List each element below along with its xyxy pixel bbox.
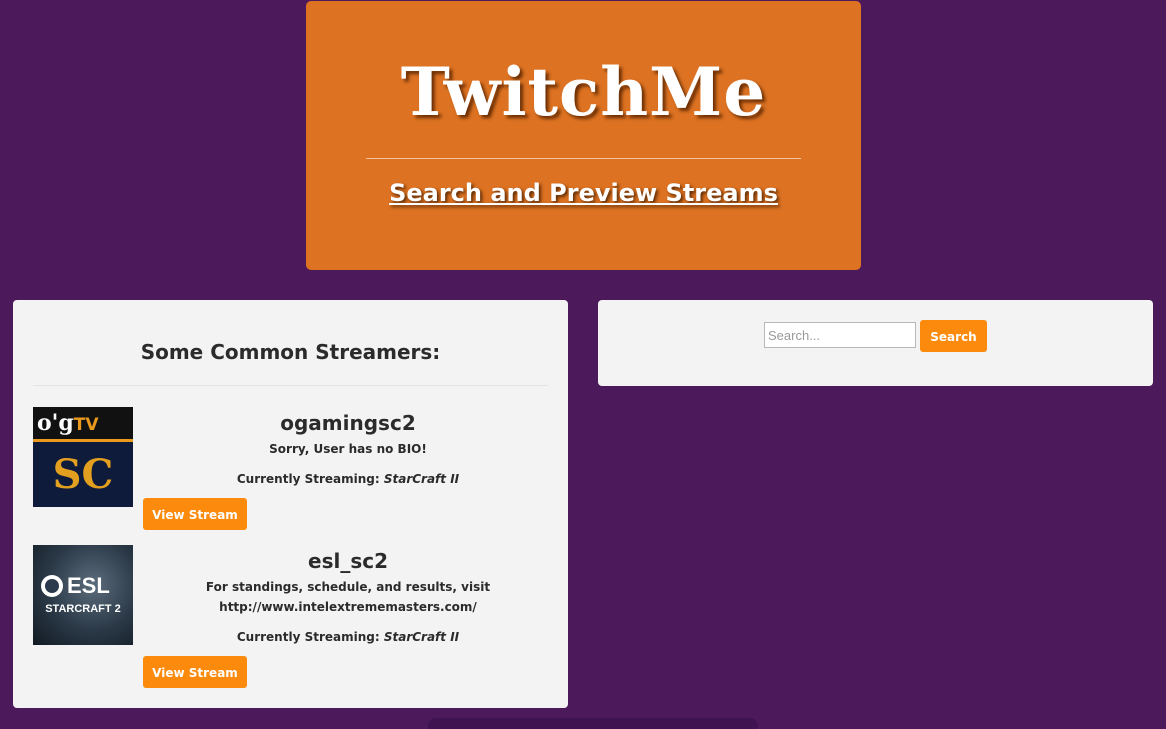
search-button[interactable]: Search [920,320,987,352]
streamer-name: esl_sc2 [308,549,388,573]
panel-heading: Some Common Streamers: [140,340,441,364]
streamer-avatar: ESL STARCRAFT 2 [33,545,133,645]
thumb-logo-subtext: STARCRAFT 2 [45,603,121,615]
view-stream-button[interactable]: View Stream [143,498,247,530]
game-title: StarCraft II [383,472,460,486]
panel-divider [33,385,548,386]
streamer-info: esl_sc2 For standings, schedule, and res… [143,545,553,647]
streamer-game: Currently Streaming: StarCraft II [236,472,460,486]
esl-logo-icon [41,575,63,597]
streamer-info: ogamingsc2 Sorry, User has no BIO! Curre… [143,407,553,489]
header-divider [366,158,801,159]
streamer-avatar: o'gTV SC [33,407,133,507]
streamer-name: ogamingsc2 [280,411,416,435]
thumb-logo-text: ESL [67,573,110,598]
common-streamers-panel: Some Common Streamers: o'gTV SC ogamings… [13,300,568,708]
header-banner: TwitchMe Search and Preview Streams [306,1,861,270]
streamer-bio: For standings, schedule, and results, vi… [205,580,491,614]
starcraft-logo-icon: SC [52,451,114,498]
app-title: TwitchMe [400,53,767,131]
page: TwitchMe Search and Preview Streams Some… [0,0,1166,729]
search-input[interactable] [764,322,916,348]
search-panel: Search [598,300,1153,386]
view-stream-button[interactable]: View Stream [143,656,247,688]
game-title: StarCraft II [383,630,460,644]
bottom-tab [428,718,758,729]
streamer-game: Currently Streaming: StarCraft II [236,630,460,644]
thumb-logo-tv: TV [73,415,99,435]
subtitle-link[interactable]: Search and Preview Streams [306,179,861,207]
thumb-logo-text: o'g [37,410,74,436]
streamer-bio: Sorry, User has no BIO! [269,442,427,456]
